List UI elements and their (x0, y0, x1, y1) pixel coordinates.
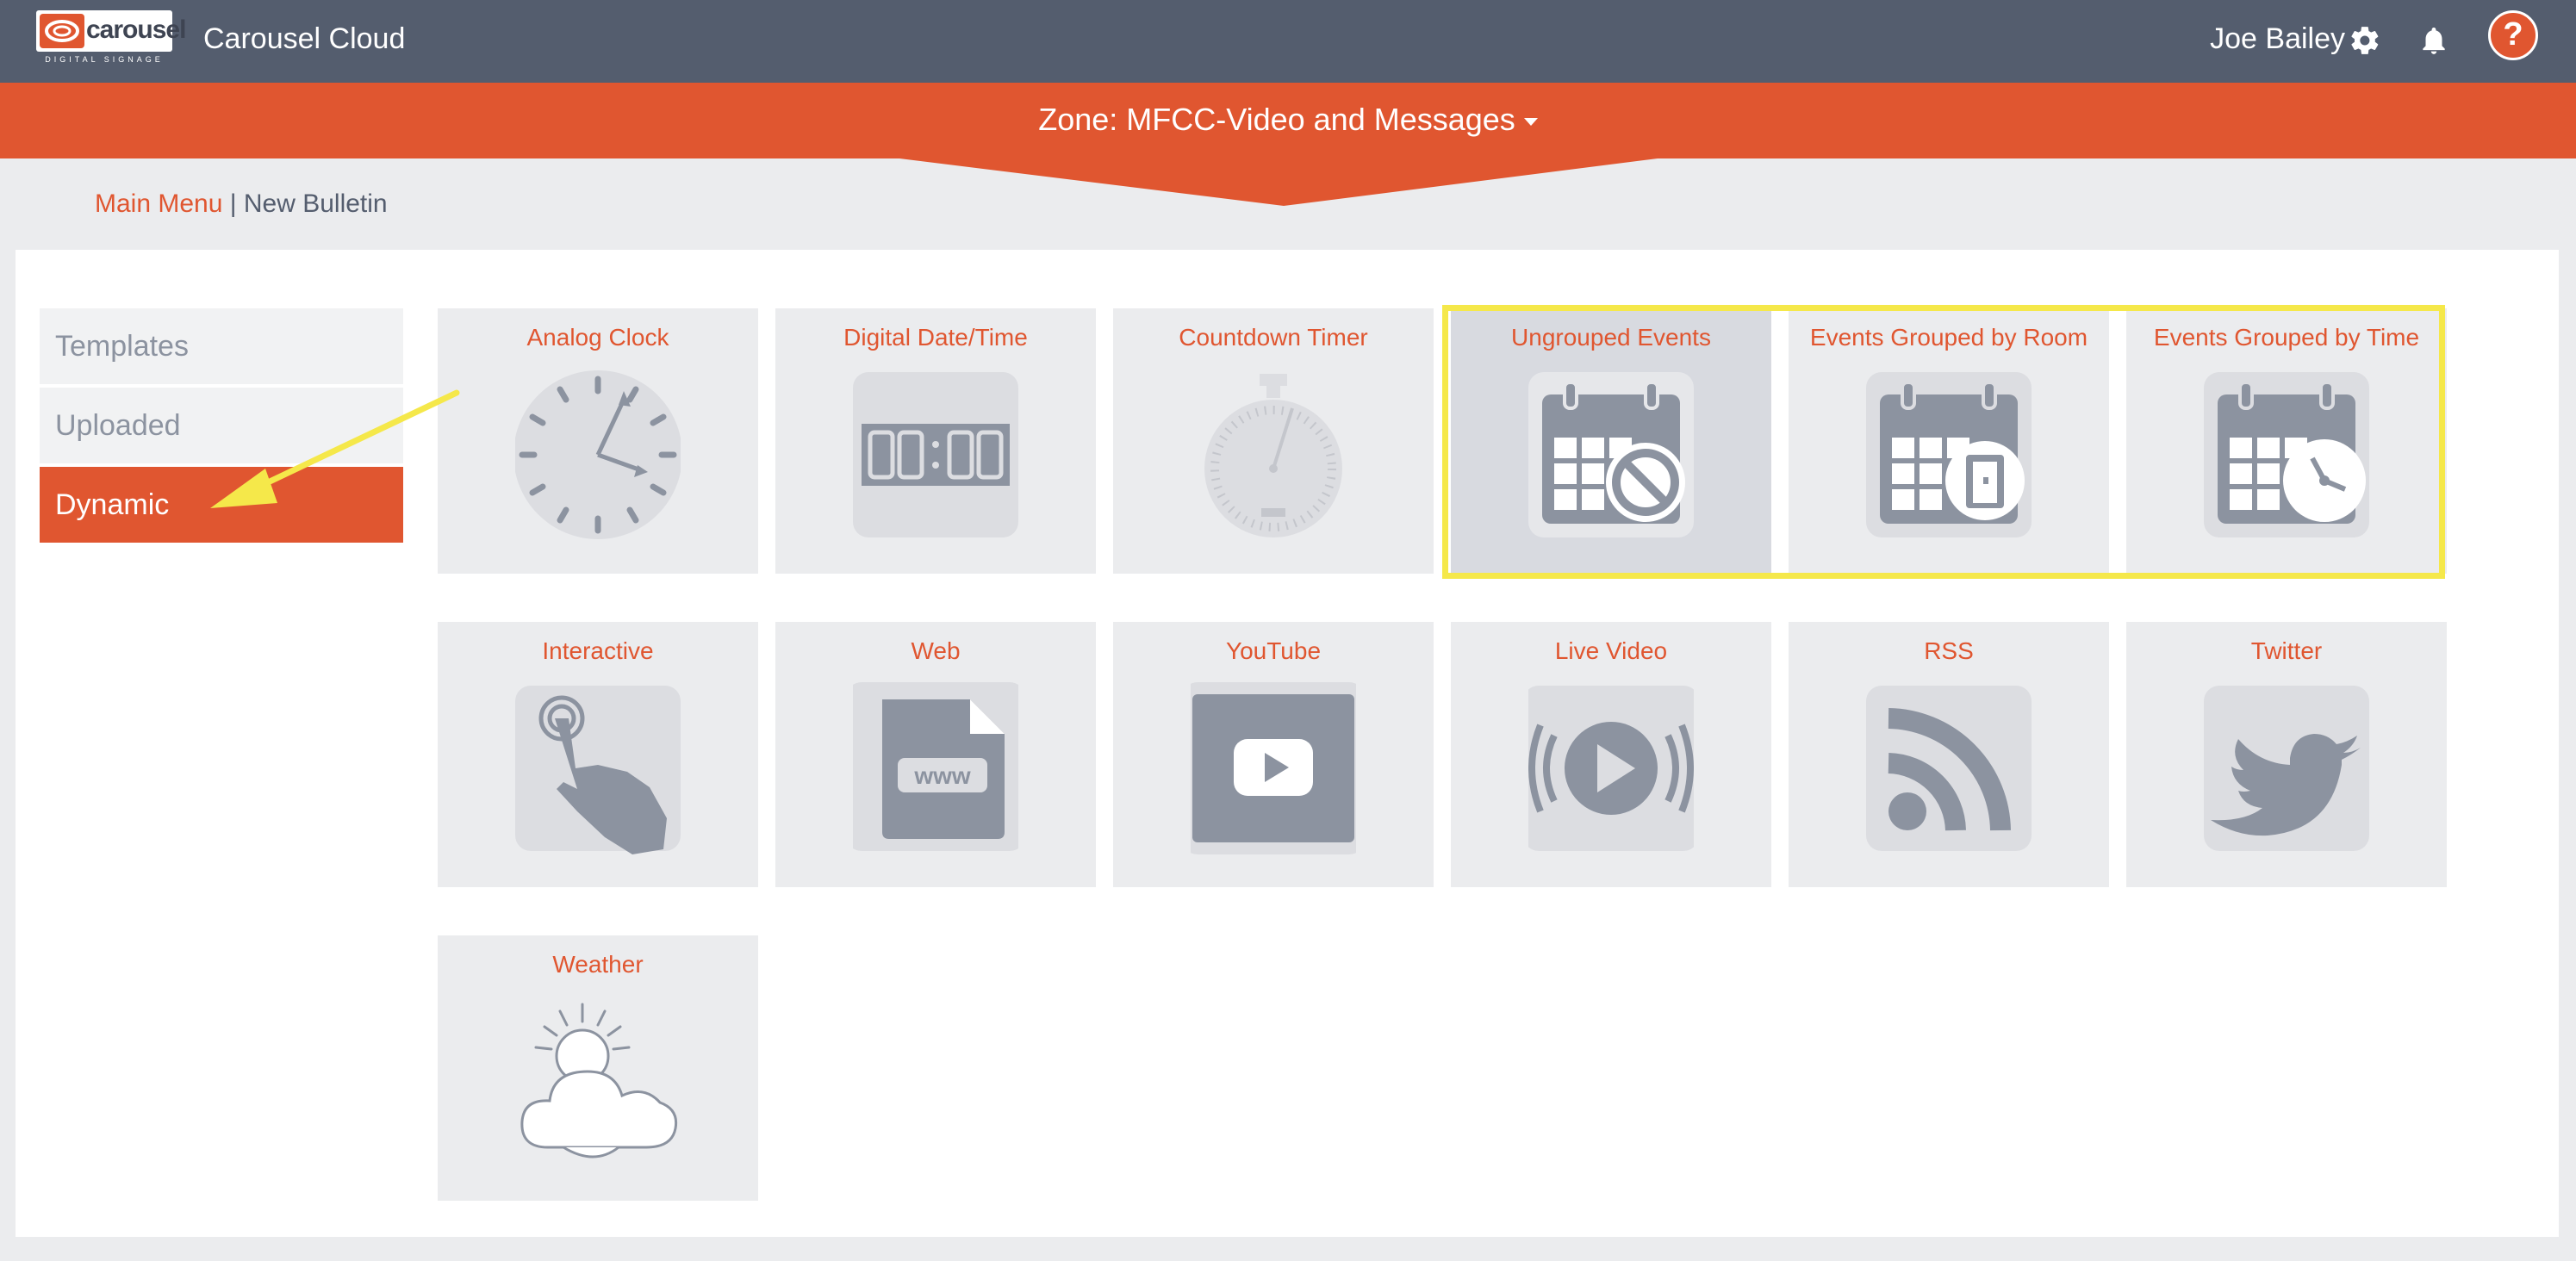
tile-analog-clock[interactable]: Analog Clock (438, 308, 758, 574)
analog-clock-icon (513, 369, 682, 541)
breadcrumb-separator: | (222, 189, 244, 218)
sidebar-item-uploaded[interactable]: Uploaded (40, 388, 403, 463)
live-video-icon (1523, 682, 1699, 854)
rss-icon (1866, 682, 2032, 854)
logo-subtitle: DIGITAL SIGNAGE (45, 55, 164, 64)
sidebar-item-label: Dynamic (55, 488, 170, 521)
tile-weather[interactable]: Weather (438, 935, 758, 1201)
tile-label: Live Video (1554, 637, 1668, 664)
tile-label: YouTube (1225, 637, 1322, 664)
logo-box: carousel (36, 10, 186, 52)
tile-label: Events Grouped by Room (1809, 324, 2088, 351)
tile-label: Analog Clock (526, 324, 669, 351)
tile-label: Twitter (2250, 637, 2323, 664)
tile-label: Digital Date/Time (843, 324, 1028, 351)
calendar-door-icon (1866, 369, 2032, 541)
digital-time-icon (853, 369, 1018, 541)
tile-label: Weather (552, 951, 644, 978)
help-button[interactable]: ? (2488, 10, 2538, 60)
calendar-no-icon (1528, 369, 1694, 541)
stopwatch-icon (1191, 369, 1356, 541)
tile-youtube[interactable]: YouTube (1113, 622, 1434, 887)
sidebar: Templates Uploaded Dynamic (40, 308, 403, 546)
tile-live-video[interactable]: Live Video (1451, 622, 1771, 887)
logo-mark-icon (40, 14, 84, 48)
gear-icon[interactable] (2349, 24, 2381, 57)
tile-label: Ungrouped Events (1511, 324, 1711, 351)
tile-events-grouped-by-time[interactable]: Events Grouped by Time (2126, 308, 2447, 574)
tile-label: Web (911, 637, 961, 664)
user-name[interactable]: Joe Bailey (2210, 22, 2345, 56)
breadcrumb: Main Menu | New Bulletin (95, 189, 388, 219)
tile-digital-date-time[interactable]: Digital Date/Time (775, 308, 1096, 574)
logo-word: carousel (86, 16, 186, 44)
sidebar-item-dynamic[interactable]: Dynamic (40, 467, 403, 543)
zone-label: Zone: MFCC-Video and Messages (1038, 102, 1515, 137)
tile-web[interactable]: Web www (775, 622, 1096, 887)
touch-hand-icon (515, 682, 681, 854)
tile-interactive[interactable]: Interactive (438, 622, 758, 887)
zone-selector[interactable]: Zone: MFCC-Video and Messages (0, 102, 2576, 138)
chevron-down-icon (1523, 117, 1538, 126)
tile-twitter[interactable]: Twitter (2126, 622, 2447, 887)
calendar-clock-icon (2204, 369, 2369, 541)
tile-countdown-timer[interactable]: Countdown Timer (1113, 308, 1434, 574)
app-title: Carousel Cloud (203, 22, 406, 55)
tile-label: RSS (1924, 637, 1974, 664)
weather-icon (515, 996, 681, 1168)
top-bar: carousel DIGITAL SIGNAGE Carousel Cloud … (0, 0, 2576, 83)
bell-icon[interactable] (2417, 24, 2450, 57)
tile-label: Interactive (542, 637, 654, 664)
youtube-icon (1182, 682, 1365, 854)
sidebar-item-label: Uploaded (55, 409, 181, 442)
carousel-logo[interactable]: carousel DIGITAL SIGNAGE (36, 10, 186, 65)
tile-label: Events Grouped by Time (2153, 324, 2420, 351)
tile-events-grouped-by-room[interactable]: Events Grouped by Room (1789, 308, 2109, 574)
breadcrumb-main-menu[interactable]: Main Menu (95, 189, 222, 218)
svg-text:www: www (913, 762, 971, 789)
web-file-icon: www (846, 682, 1025, 854)
tile-label: Countdown Timer (1179, 324, 1368, 351)
breadcrumb-current: New Bulletin (243, 189, 388, 218)
sidebar-item-label: Templates (55, 330, 189, 363)
twitter-icon (2204, 682, 2369, 854)
sidebar-item-templates[interactable]: Templates (40, 308, 403, 384)
tile-rss[interactable]: RSS (1789, 622, 2109, 887)
tile-ungrouped-events[interactable]: Ungrouped Events (1451, 308, 1771, 574)
